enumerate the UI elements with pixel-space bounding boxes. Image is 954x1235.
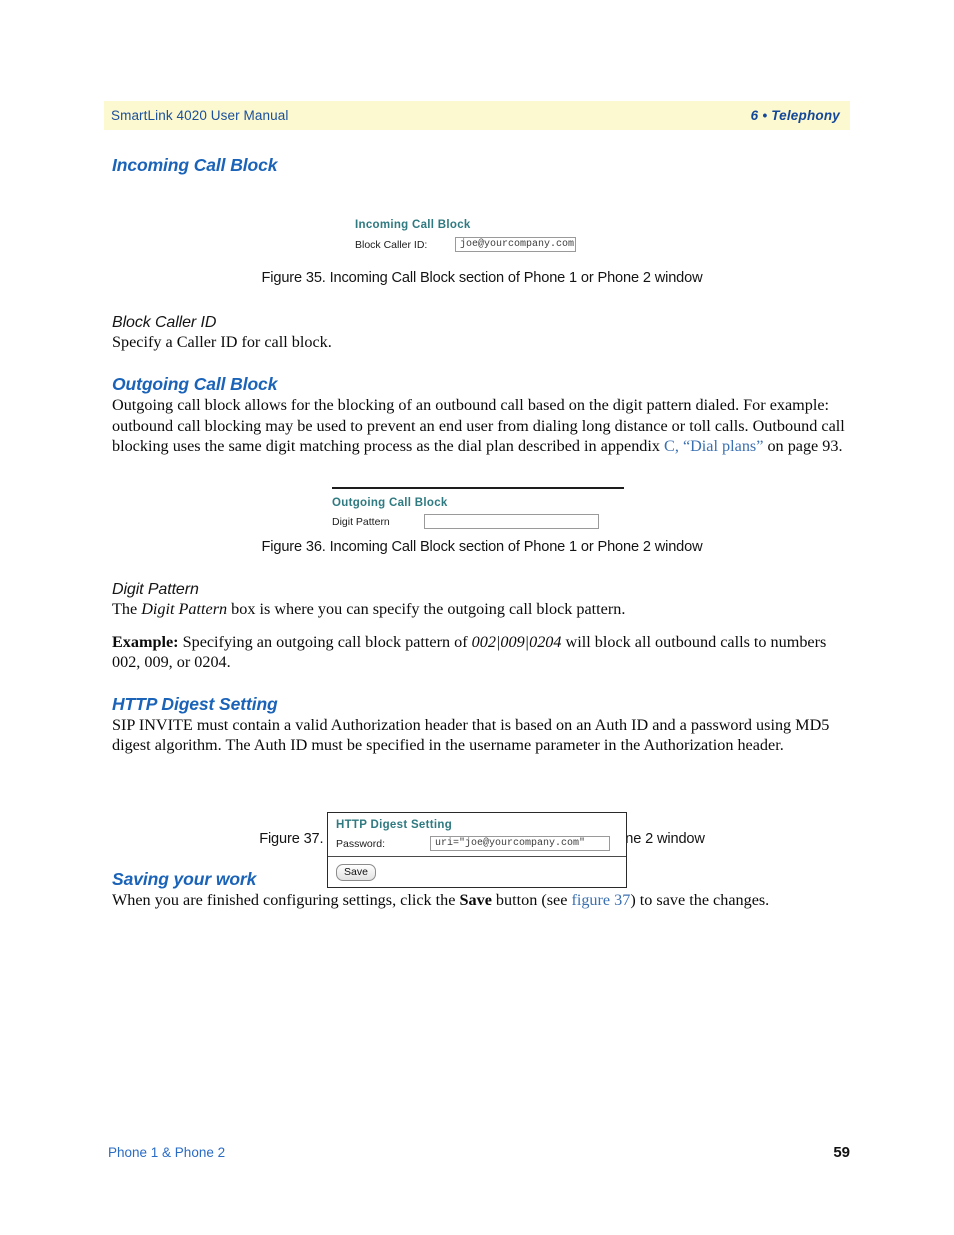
label-password: Password:	[336, 837, 386, 850]
subheading-digit-pattern: Digit Pattern	[112, 580, 199, 598]
subheading-block-caller-id: Block Caller ID	[112, 314, 217, 331]
link-dial-plans[interactable]: C, “Dial plans”	[664, 437, 763, 455]
paragraph-example: Example: Specifying an outgoing call blo…	[112, 632, 852, 673]
input-digit-pattern[interactable]	[424, 514, 599, 529]
example-text-part1: Specifying an outgoing call block patter…	[178, 633, 472, 652]
saving-text-part2: button (see	[491, 890, 572, 909]
heading-http-digest-setting: HTTP Digest Setting	[112, 693, 278, 714]
figure-37-http-digest-setting-panel: HTTP Digest Setting Password: uri="joe@y…	[327, 812, 627, 888]
saving-text-part3: ) to save the changes.	[630, 890, 770, 909]
field-row-password: Password: uri="joe@yourcompany.com"	[336, 836, 618, 851]
paragraph-http-digest-setting: SIP INVITE must contain a valid Authoriz…	[112, 715, 830, 755]
outgoing-text-part2: on page 93.	[763, 437, 843, 456]
caption-figure-35: Figure 35. Incoming Call Block section o…	[261, 270, 703, 286]
digit-text-part1: The	[112, 599, 142, 618]
example-label: Example:	[112, 633, 179, 652]
paragraph-saving-your-work: When you are finished configuring settin…	[112, 890, 852, 910]
field-row-digit-pattern: Digit Pattern	[332, 514, 624, 529]
paragraph-outgoing-call-block: Outgoing call block allows for the block…	[112, 395, 852, 456]
page-running-header: SmartLink 4020 User Manual 6 • Telephony	[104, 101, 850, 130]
paragraph-digit-pattern: The Digit Pattern box is where you can s…	[112, 599, 852, 619]
digit-pattern-term: Digit Pattern	[141, 599, 228, 618]
panel-title-outgoing-call-block: Outgoing Call Block	[332, 497, 448, 509]
saving-text-part1: When you are finished configuring settin…	[112, 890, 460, 909]
manual-title: SmartLink 4020 User Manual	[111, 108, 289, 123]
input-password[interactable]: uri="joe@yourcompany.com"	[430, 836, 610, 851]
footer-section-label: Phone 1 & Phone 2	[108, 1145, 226, 1160]
page-content: Incoming Call Block Figure 35. Incoming …	[112, 155, 852, 910]
figure-35-incoming-call-block-panel: Incoming Call Block Block Caller ID: joe…	[355, 219, 585, 252]
panel-button-bar: Save	[328, 857, 626, 887]
page-number: 59	[833, 1144, 850, 1161]
field-row-block-caller-id: Block Caller ID: joe@yourcompany.com	[355, 237, 585, 252]
example-pattern: 002|009|0204	[471, 633, 562, 652]
panel-top-divider	[332, 487, 624, 489]
save-button-reference: Save	[459, 890, 492, 909]
digit-text-part2: box is where you can specify the outgoin…	[227, 599, 626, 618]
paragraph-block-caller-id: Specify a Caller ID for call block.	[112, 333, 332, 351]
panel-title-incoming-call-block: Incoming Call Block	[355, 219, 471, 231]
save-button[interactable]: Save	[336, 864, 376, 881]
label-block-caller-id: Block Caller ID:	[355, 238, 428, 251]
panel-body-http-digest: HTTP Digest Setting Password: uri="joe@y…	[328, 813, 626, 856]
heading-incoming-call-block: Incoming Call Block	[112, 155, 278, 175]
figure-36-outgoing-call-block-panel: Outgoing Call Block Digit Pattern	[332, 487, 624, 529]
caption-figure-36: Figure 36. Incoming Call Block section o…	[261, 538, 703, 555]
label-digit-pattern: Digit Pattern	[332, 515, 390, 528]
link-figure-37[interactable]: figure 37	[571, 891, 630, 909]
page-running-footer: Phone 1 & Phone 2 59	[108, 1144, 850, 1161]
heading-outgoing-call-block: Outgoing Call Block	[112, 374, 278, 395]
chapter-title: 6 • Telephony	[750, 108, 840, 123]
panel-title-http-digest-setting: HTTP Digest Setting	[336, 819, 453, 831]
input-block-caller-id[interactable]: joe@yourcompany.com	[455, 237, 576, 252]
